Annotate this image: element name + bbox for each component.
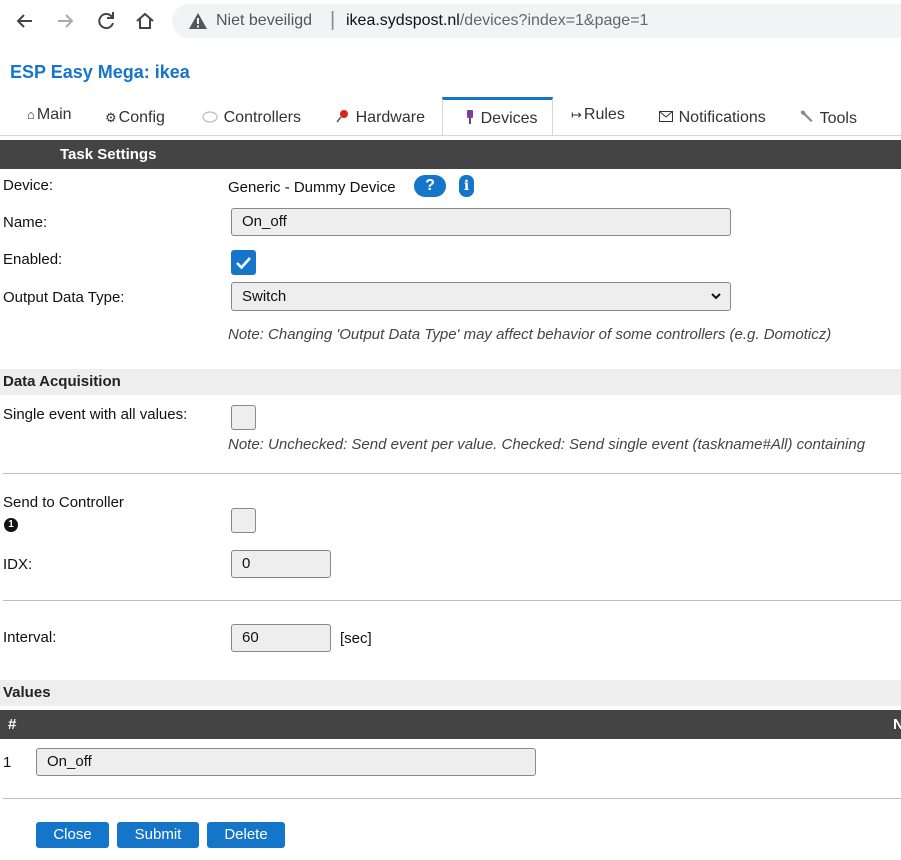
- wrench-icon: [798, 110, 818, 126]
- page-title: ESP Easy Mega: ikea: [10, 62, 190, 82]
- single-event-note: Note: Unchecked: Send event per value. C…: [228, 436, 866, 453]
- home-icon[interactable]: [132, 8, 158, 34]
- controller-number-badge: 1: [4, 518, 18, 532]
- envelope-icon: [659, 110, 677, 125]
- tab-notifications-label: Notifications: [678, 109, 766, 126]
- output-type-value: Switch: [242, 288, 287, 305]
- tab-notifications[interactable]: Notifications: [659, 109, 766, 127]
- output-type-select[interactable]: Switch: [231, 282, 731, 311]
- send-to-controller-checkbox[interactable]: [231, 508, 256, 533]
- col-name-header: N: [893, 716, 901, 733]
- divider: [3, 600, 901, 601]
- values-header: Values: [0, 680, 901, 706]
- arrow-icon: ↦: [571, 107, 582, 122]
- url-text: ikea.sydspost.nl/devices?index=1&page=1: [346, 12, 648, 30]
- data-acquisition-title: Data Acquisition: [3, 373, 121, 390]
- single-event-label: Single event with all values:: [3, 406, 188, 423]
- help-question-icon[interactable]: ?: [414, 175, 446, 197]
- divider: [3, 473, 901, 474]
- divider: [3, 798, 901, 799]
- address-bar[interactable]: Niet beveiligd | ikea.sydspost.nl/device…: [172, 4, 901, 38]
- values-title: Values: [3, 684, 51, 701]
- main-nav-tabs: ⌂ Main ⚙ Config Controllers Hardware Devic…: [0, 97, 901, 136]
- tab-controllers-label: Controllers: [223, 109, 301, 126]
- plug-icon: [465, 110, 479, 126]
- delete-button[interactable]: Delete: [207, 822, 285, 848]
- tab-controllers[interactable]: Controllers: [202, 109, 301, 127]
- enabled-label: Enabled:: [3, 251, 63, 268]
- reload-icon[interactable]: [93, 8, 119, 34]
- close-button[interactable]: Close: [36, 822, 109, 848]
- name-input[interactable]: On_off: [231, 208, 731, 236]
- device-label: Device:: [3, 177, 54, 194]
- info-icon[interactable]: i: [459, 175, 474, 197]
- gear-icon: ⚙: [105, 110, 117, 125]
- tab-tools-label: Tools: [819, 110, 857, 127]
- name-label: Name:: [3, 214, 48, 231]
- checkmark-icon: [236, 257, 251, 270]
- interval-label: Interval:: [3, 629, 57, 646]
- warning-icon: [188, 11, 208, 31]
- data-acquisition-header: Data Acquisition: [0, 369, 901, 395]
- pushpin-icon: [336, 110, 354, 125]
- enabled-checkbox[interactable]: [231, 250, 256, 275]
- speech-bubble-icon: [202, 110, 222, 125]
- tab-devices-label: Devices: [480, 110, 538, 127]
- url-separator: |: [330, 9, 336, 31]
- output-type-note: Note: Changing 'Output Data Type' may af…: [228, 326, 832, 343]
- interval-input[interactable]: 60: [231, 624, 331, 652]
- url-path: /devices?index=1&page=1: [459, 12, 649, 29]
- output-type-label: Output Data Type:: [3, 289, 125, 306]
- house-icon: ⌂: [27, 107, 35, 122]
- tab-tools[interactable]: Tools: [798, 109, 857, 128]
- tab-rules-label: Rules: [583, 106, 625, 123]
- task-settings-header: Task Settings: [0, 140, 901, 169]
- browser-toolbar: Niet beveiligd | ikea.sydspost.nl/device…: [0, 0, 901, 42]
- device-value: Generic - Dummy Device: [228, 179, 396, 196]
- back-arrow-icon[interactable]: [12, 8, 38, 34]
- task-settings-title: Task Settings: [60, 146, 157, 163]
- forward-arrow-icon[interactable]: [52, 8, 78, 34]
- chevron-down-icon: [710, 283, 722, 319]
- tab-config[interactable]: ⚙ Config: [105, 109, 165, 127]
- value-row-index: 1: [3, 754, 12, 771]
- url-host: ikea.sydspost.nl: [346, 12, 460, 29]
- tab-main-label: Main: [36, 106, 72, 123]
- single-event-checkbox[interactable]: [231, 405, 256, 430]
- interval-unit: [sec]: [340, 630, 372, 647]
- tab-hardware[interactable]: Hardware: [336, 109, 425, 127]
- send-to-controller-label: Send to Controller: [3, 494, 124, 511]
- col-index-header: #: [8, 716, 17, 733]
- value-name-input[interactable]: On_off: [36, 748, 536, 776]
- tab-main[interactable]: ⌂ Main: [27, 106, 72, 124]
- tab-hardware-label: Hardware: [355, 109, 425, 126]
- tab-rules[interactable]: ↦ Rules: [571, 106, 625, 124]
- tab-devices[interactable]: Devices: [465, 109, 538, 128]
- submit-button[interactable]: Submit: [117, 822, 199, 848]
- insecure-label: Niet beveiligd: [216, 12, 313, 29]
- idx-label: IDX:: [3, 556, 33, 573]
- values-table-header: # N: [0, 710, 901, 739]
- idx-input[interactable]: 0: [231, 550, 331, 578]
- tab-config-label: Config: [118, 109, 165, 126]
